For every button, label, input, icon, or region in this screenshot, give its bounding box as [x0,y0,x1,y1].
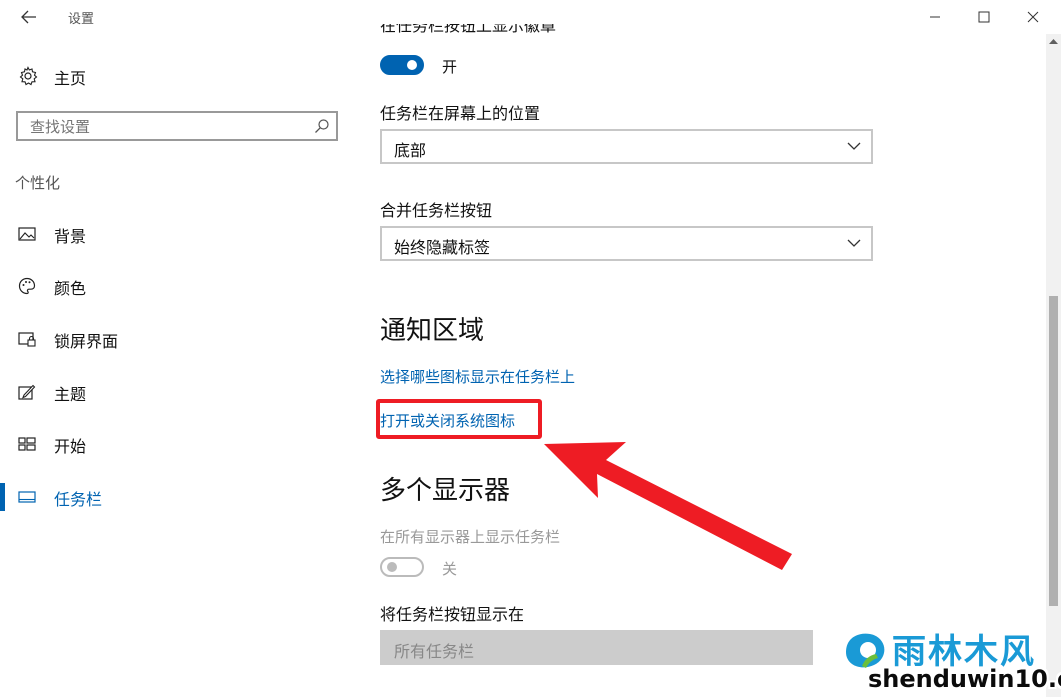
taskbar-location-label: 任务栏在屏幕上的位置 [380,104,541,123]
buttons-on-select: 所有任务栏 [380,630,813,665]
select-taskbar-icons-link[interactable]: 选择哪些图标显示在任务栏上 [380,366,575,387]
sidebar-item-colors[interactable]: 颜色 [0,266,350,306]
sidebar-item-lock-screen[interactable]: 锁屏界面 [0,319,350,359]
taskbar-icon [18,491,36,503]
section-label-personalization: 个性化 [15,174,61,192]
picture-icon [18,227,36,241]
sidebar-item-themes[interactable]: 主题 [0,372,350,412]
red-arrow-annotation [544,442,792,570]
badge-toggle-state: 开 [442,58,458,76]
theme-icon [18,384,36,400]
show-all-displays-toggle[interactable] [380,557,424,577]
combine-buttons-label: 合并任务栏按钮 [380,201,493,220]
taskbar-location-select[interactable]: 底部 [380,129,873,164]
sidebar-item-label: 主题 [54,385,87,404]
badge-setting-heading-text: 在任务栏按钮上显示徽章 [380,24,557,34]
badge-toggle[interactable] [380,55,424,75]
show-all-displays-state: 关 [442,560,458,578]
sidebar-item-label: 任务栏 [54,490,103,509]
search-icon[interactable] [314,118,330,134]
sidebar-item-label: 开始 [54,437,87,456]
search-box[interactable] [16,111,338,141]
chevron-down-icon [847,239,861,247]
start-icon [18,437,36,451]
settings-window: 设置 主页 查找设置 个性化 背景 颜色 锁屏界面 主题 开始 任务栏 在任务栏… [0,0,1061,697]
toggle-knob [407,60,417,70]
palette-icon [18,277,36,295]
combine-buttons-select[interactable]: 始终隐藏标签 [380,226,873,261]
window-title: 设置 [68,12,95,27]
chevron-down-icon [847,142,861,150]
select-value: 所有任务栏 [394,642,475,661]
toggle-knob [387,562,397,572]
sidebar-item-home[interactable]: 主页 [0,58,350,94]
show-all-displays-label: 在所有显示器上显示任务栏 [380,528,561,546]
main-content: 在任务栏按钮上显示徽章 开 任务栏在屏幕上的位置 底部 合并任务栏按钮 始终隐藏… [360,0,1048,697]
scroll-thumb[interactable] [1049,296,1058,606]
badge-setting-heading: 在任务栏按钮上显示徽章 [380,24,556,34]
sidebar-item-label: 颜色 [54,279,87,298]
multiple-displays-heading: 多个显示器 [380,476,511,506]
select-value: 始终隐藏标签 [394,238,491,257]
lock-screen-icon [18,332,36,347]
select-value: 底部 [394,141,427,160]
sidebar-item-taskbar[interactable]: 任务栏 [0,477,350,517]
scroll-up-arrow-icon[interactable] [1049,38,1058,45]
sidebar-item-label: 锁屏界面 [54,332,119,351]
active-indicator [0,483,5,511]
sidebar-home-label: 主页 [54,69,87,88]
buttons-on-label: 将任务栏按钮显示在 [380,605,525,624]
back-button[interactable] [12,4,46,30]
scrollbar[interactable] [1046,34,1061,697]
watermark-url: shenduwin10.com [868,665,1061,693]
watermark: 雨林木风 shenduwin10.com [836,622,1061,697]
sidebar-item-start[interactable]: 开始 [0,424,350,464]
notification-area-heading: 通知区域 [380,316,485,346]
highlight-box [376,399,542,439]
search-input[interactable] [28,116,302,138]
back-arrow-icon [21,10,36,24]
sidebar: 主页 个性化 背景 颜色 [0,34,360,697]
gear-icon [19,66,38,86]
sidebar-item-label: 背景 [54,227,87,246]
sidebar-item-background[interactable]: 背景 [0,214,350,254]
